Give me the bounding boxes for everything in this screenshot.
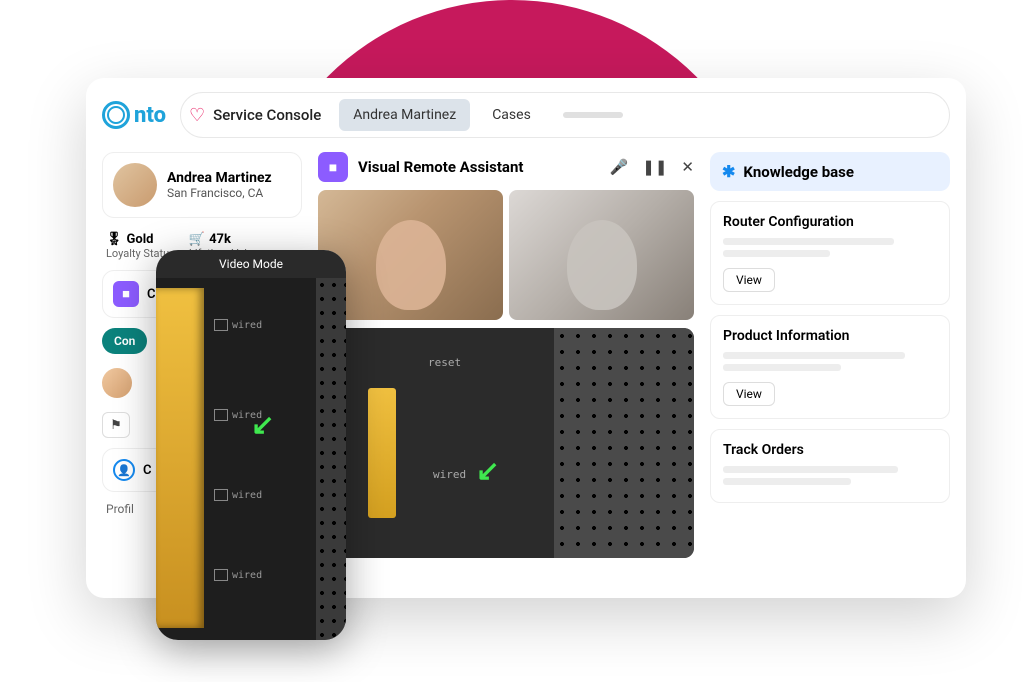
header-search-bar[interactable]: ♡ Service Console Andrea Martinez Cases [180,92,950,138]
middle-column: ■ Visual Remote Assistant 🎤 ❚❚ ✕ ➤ ⋮⋮ 📷 [318,152,694,558]
brand-logo: nto [102,101,166,129]
kb-card-title: Router Configuration [723,214,937,230]
pause-icon[interactable]: ❚❚ [642,158,667,176]
bot-icon: ✱ [722,162,735,181]
profile-name: Andrea Martinez [167,170,272,186]
person-icon: 👤 [113,459,135,481]
reset-label: reset [428,356,461,369]
annotation-arrow: ↙ [476,454,499,487]
brand-text: nto [134,103,166,128]
wired-label-1: wired [214,318,284,332]
camera-icon: ■ [318,152,348,182]
vent-pattern [554,328,694,558]
end-call-icon[interactable]: ✕ [681,158,694,176]
app-label: Service Console [213,106,331,124]
wired-label-3: wired [214,488,284,502]
tab-cases[interactable]: Cases [478,99,545,131]
phone-ports [156,288,204,628]
mic-icon[interactable]: 🎤 [610,158,629,176]
video-row [318,190,694,320]
phone-titlebar: Video Mode [156,250,346,278]
kb-card-title: Track Orders [723,442,937,458]
tab-andrea-martinez[interactable]: Andrea Martinez [339,99,470,131]
view-button[interactable]: View [723,268,775,292]
placeholder-bar [563,112,623,118]
logo-icon [102,101,130,129]
video-customer [509,190,694,320]
cart-icon: 🛒 [189,232,205,247]
profile-card: Andrea Martinez San Francisco, CA [102,152,302,218]
kb-card-router: Router Configuration View [710,201,950,305]
vra-title: Visual Remote Assistant [358,158,600,176]
kb-card-product: Product Information View [710,315,950,419]
router-ports [368,388,396,518]
vra-header: ■ Visual Remote Assistant 🎤 ❚❚ ✕ [318,152,694,182]
kb-card-title: Product Information [723,328,937,344]
connect-button[interactable]: Con [102,328,147,354]
router-preview: ➤ ⋮⋮ 📷 reset wired ↙ [318,328,694,558]
heart-icon: ♡ [189,105,205,126]
kb-header: ✱ Knowledge base [710,152,950,191]
right-column: ✱ Knowledge base Router Configuration Vi… [710,152,950,558]
ribbon-icon: 🎖 [106,232,123,247]
kb-title: Knowledge base [743,163,854,181]
flag-button[interactable]: ⚑ [102,412,130,438]
mobile-preview: Video Mode wired wired wired wired ↙ [156,250,346,640]
wired-label-4: wired [214,568,284,582]
view-button[interactable]: View [723,382,775,406]
phone-body: wired wired wired wired ↙ [156,278,346,640]
profile-location: San Francisco, CA [167,186,272,200]
video-icon: ■ [113,281,139,307]
small-avatar [102,368,132,398]
avatar [113,163,157,207]
wired-label: wired [433,468,466,481]
phone-vent [316,278,346,640]
top-bar: nto ♡ Service Console Andrea Martinez Ca… [102,92,950,138]
phone-annotation-arrow: ↙ [251,408,274,441]
kb-card-orders: Track Orders [710,429,950,503]
